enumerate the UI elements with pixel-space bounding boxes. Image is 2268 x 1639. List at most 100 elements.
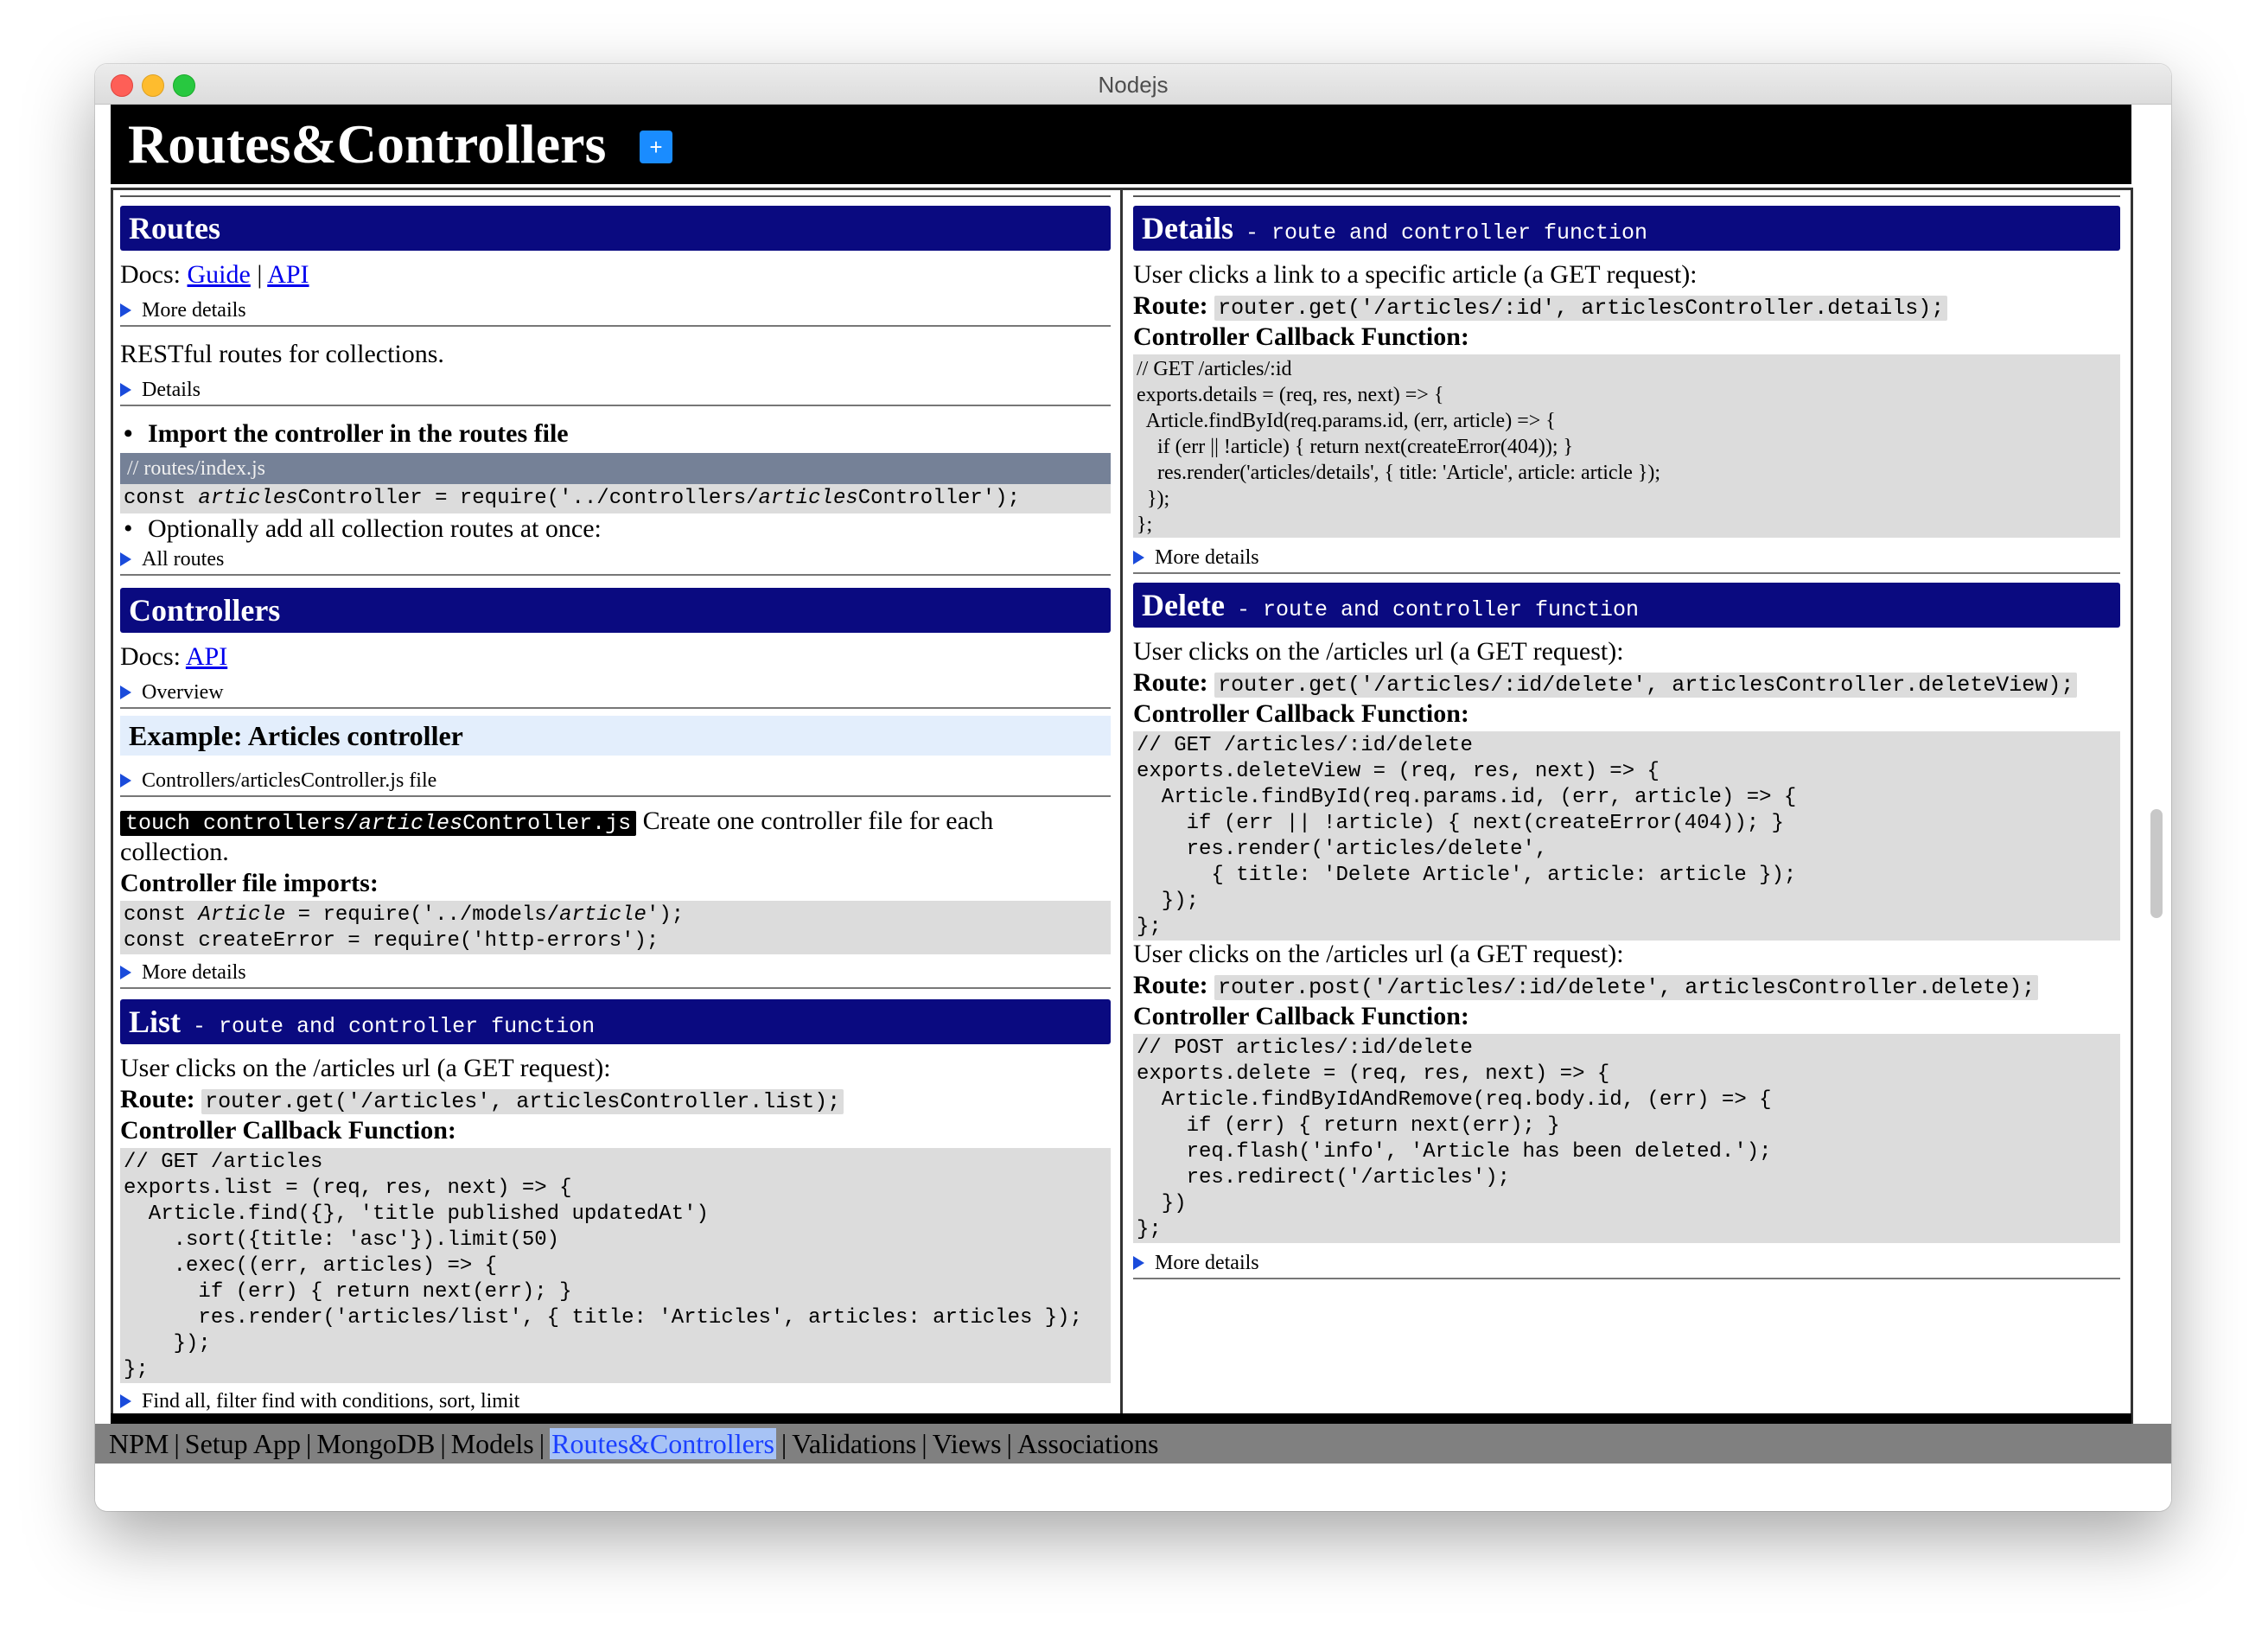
routes-details-toggle[interactable]: Details	[120, 377, 1111, 406]
api-link[interactable]: API	[186, 642, 227, 671]
imports-label: Controller file imports:	[120, 869, 379, 897]
delete-code-block: // POST articles/:id/delete exports.dele…	[1133, 1034, 2120, 1243]
controllers-section-header: Controllers	[120, 588, 1111, 633]
disclosure-triangle-icon	[120, 686, 131, 699]
delete-view-code-block: // GET /articles/:id/delete exports.dele…	[1133, 731, 2120, 941]
top-rule	[120, 195, 1111, 197]
disclosure-triangle-icon	[120, 552, 131, 566]
nav-setup-app[interactable]: Setup App	[185, 1428, 301, 1459]
details-label: More details	[1155, 546, 1259, 569]
details-label: Controllers/articlesController.js file	[142, 769, 437, 792]
disclosure-triangle-icon	[120, 303, 131, 317]
details-label: All routes	[142, 548, 225, 571]
controller-file-toggle[interactable]: Controllers/articlesController.js file	[120, 768, 1111, 797]
bottom-nav: NPM | Setup App | MongoDB | Models | Routes&Cont…	[95, 1424, 2171, 1464]
nav-links: NPM | Setup App | MongoDB | Models | Routes&Cont…	[109, 1427, 1158, 1460]
nav-validations[interactable]: Validations	[792, 1428, 916, 1459]
delete-user-text-1: User clicks on the /articles url (a GET …	[1133, 637, 1624, 666]
nav-npm[interactable]: NPM	[109, 1428, 169, 1459]
delete-route-line-1: Route: router.get('/articles/:id/delete'…	[1133, 667, 2120, 701]
details-label: Details	[142, 379, 201, 401]
route-label: Route:	[1133, 971, 1208, 999]
vertical-scrollbar[interactable]	[2150, 809, 2163, 918]
right-column: Details - route and controller function U…	[1126, 190, 2127, 1421]
details-label: Find all, filter find with conditions, s…	[142, 1390, 520, 1413]
separator: |	[921, 1428, 927, 1459]
main-panel: Routes Docs: Guide | API More details RE…	[111, 188, 2133, 1424]
find-all-toggle[interactable]: Find all, filter find with conditions, s…	[120, 1388, 1111, 1416]
routes-file-caption: // routes/index.js	[120, 453, 1111, 484]
route-code: router.get('/articles/:id/delete', artic…	[1214, 673, 2078, 698]
separator: |	[257, 260, 263, 289]
separator: |	[1006, 1428, 1012, 1459]
separator: |	[538, 1428, 545, 1459]
left-column: Routes Docs: Guide | API More details RE…	[113, 190, 1118, 1421]
disclosure-triangle-icon	[1133, 1256, 1144, 1270]
separator: |	[780, 1428, 787, 1459]
routes-section-header: Routes	[120, 206, 1111, 251]
create-text: Create one controller file for each	[642, 807, 994, 835]
import-controller-bullet: Import the controller in the routes file	[124, 418, 569, 450]
imports-code-block: const Article = require('../models/artic…	[120, 901, 1111, 954]
nav-models[interactable]: Models	[451, 1428, 534, 1459]
create-text-continued: collection.	[120, 838, 229, 866]
title-bar: Nodejs	[95, 64, 2171, 105]
import-code-block: const articlesController = require('../c…	[120, 484, 1111, 513]
details-code-block: // GET /articles/:id exports.details = (…	[1133, 354, 2120, 538]
details-label: More details	[1155, 1252, 1259, 1274]
disclosure-triangle-icon	[120, 774, 131, 788]
delete-user-text-2: User clicks on the /articles url (a GET …	[1133, 940, 1624, 968]
delete-section-header: Delete - route and controller function	[1133, 583, 2120, 628]
details-section-header: Details - route and controller function	[1133, 206, 2120, 251]
delete-title: Delete - route and controller function	[1142, 588, 1640, 622]
list-code-block: // GET /articles exports.list = (req, re…	[120, 1148, 1111, 1383]
window-title: Nodejs	[1098, 72, 1169, 98]
nav-views[interactable]: Views	[933, 1428, 1002, 1459]
nav-routes-controllers[interactable]: Routes&Controllers	[550, 1428, 776, 1459]
optional-routes-bullet: Optionally add all collection routes at …	[124, 513, 602, 545]
controllers-more-details-toggle[interactable]: More details	[120, 960, 1111, 989]
routes-title: Routes	[129, 211, 220, 246]
route-label: Route:	[1133, 668, 1208, 697]
details-user-text: User clicks a link to a specific article…	[1133, 260, 1698, 289]
docs-label: Docs:	[120, 642, 181, 671]
delete-callback-label-1: Controller Callback Function:	[1133, 699, 1469, 728]
example-heading-box: Example: Articles controller	[120, 716, 1111, 756]
expand-plus-button[interactable]: +	[640, 131, 672, 163]
delete-callback-label-2: Controller Callback Function:	[1133, 1002, 1469, 1030]
disclosure-triangle-icon	[120, 383, 131, 397]
routes-more-details-toggle[interactable]: More details	[120, 297, 1111, 327]
route-label: Route:	[120, 1085, 195, 1113]
details-label: More details	[142, 961, 246, 984]
top-rule	[1133, 195, 2120, 197]
browser-window: Nodejs Routes&Controllers + Routes Docs:…	[95, 64, 2171, 1511]
route-label: Route:	[1133, 291, 1208, 320]
routes-docs-line: Docs: Guide | API	[120, 259, 1111, 290]
delete-route-line-2: Route: router.post('/articles/:id/delete…	[1133, 970, 2120, 1004]
overview-toggle[interactable]: Overview	[120, 679, 1111, 709]
disclosure-triangle-icon	[120, 966, 131, 979]
restful-text: RESTful routes for collections.	[120, 340, 444, 368]
disclosure-triangle-icon	[1133, 551, 1144, 564]
details-label: More details	[142, 299, 246, 322]
route-code: router.post('/articles/:id/delete', arti…	[1214, 975, 2039, 1000]
details-label: Overview	[142, 681, 224, 704]
details-more-details-toggle[interactable]: More details	[1133, 545, 2120, 574]
nav-mongodb[interactable]: MongoDB	[316, 1428, 435, 1459]
guide-link[interactable]: Guide	[188, 260, 251, 289]
docs-label: Docs:	[120, 260, 181, 289]
details-callback-label: Controller Callback Function:	[1133, 322, 1469, 351]
delete-more-details-toggle[interactable]: More details	[1133, 1250, 2120, 1279]
nav-associations[interactable]: Associations	[1017, 1428, 1159, 1459]
details-route-line: Route: router.get('/articles/:id', artic…	[1133, 290, 2120, 324]
route-code: router.get('/articles', articlesControll…	[201, 1089, 844, 1114]
api-link[interactable]: API	[267, 260, 309, 289]
column-divider	[1120, 190, 1123, 1421]
all-routes-toggle[interactable]: All routes	[120, 546, 1111, 576]
list-title: List - route and controller function	[129, 1004, 596, 1039]
example-heading: Example: Articles controller	[129, 720, 463, 751]
list-user-text: User clicks on the /articles url (a GET …	[120, 1054, 611, 1082]
route-code: router.get('/articles/:id', articlesCont…	[1214, 296, 1948, 321]
separator: |	[306, 1428, 312, 1459]
controllers-docs-line: Docs: API	[120, 641, 1111, 673]
